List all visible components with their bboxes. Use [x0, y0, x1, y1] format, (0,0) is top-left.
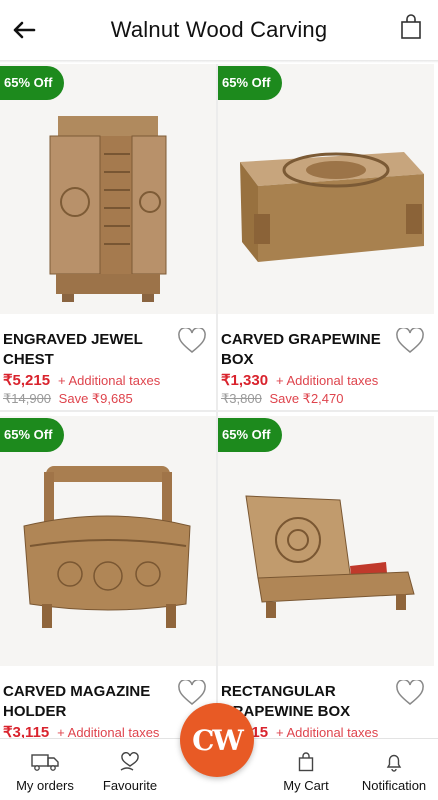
heart-icon[interactable] [178, 328, 206, 354]
page-title: Walnut Wood Carving [110, 17, 328, 42]
price-row: ₹5,215 + Additional taxes [3, 371, 160, 389]
heart-icon[interactable] [178, 680, 206, 706]
mrp-row: ₹3,800 Save ₹2,470 [221, 391, 343, 407]
product-card[interactable]: 65% Off RECTANGULAR GRAPEWINE BOX ₹1,715… [218, 416, 434, 760]
original-price: ₹14,900 [3, 391, 52, 406]
product-card[interactable]: 65% Off ENGRAVED JEWEL CHEST ₹5,215 + Ad… [0, 64, 216, 408]
discount-badge: 65% Off [0, 66, 65, 100]
product-image[interactable] [0, 416, 216, 666]
heart-icon[interactable] [396, 680, 424, 706]
nav-label: Notification [361, 778, 427, 793]
nav-favourite[interactable]: Favourite [92, 739, 168, 800]
taxes-note: + Additional taxes [57, 373, 161, 388]
savings-text: Save ₹2,470 [269, 391, 344, 406]
price-row: ₹1,330 + Additional taxes [221, 371, 378, 389]
nav-my-cart[interactable]: My Cart [270, 739, 342, 800]
product-name[interactable]: CARVED GRAPEWINE BOX [221, 330, 391, 370]
nav-notification[interactable]: Notification [352, 739, 436, 800]
mrp-row: ₹14,900 Save ₹9,685 [3, 391, 133, 407]
grid-divider-vertical [216, 64, 218, 764]
hand-heart-icon [120, 752, 139, 771]
savings-text: Save ₹9,685 [58, 391, 133, 406]
discount-badge: 65% Off [218, 66, 283, 100]
selling-price: ₹1,330 [221, 372, 269, 389]
nav-label: Favourite [102, 778, 158, 793]
nav-label: My orders [16, 778, 74, 793]
product-name[interactable]: RECTANGULAR GRAPEWINE BOX [221, 682, 391, 722]
nav-my-orders[interactable]: My orders [4, 739, 86, 800]
original-price: ₹3,800 [221, 391, 262, 406]
shopping-bag-icon[interactable] [400, 14, 422, 40]
product-name[interactable]: ENGRAVED JEWEL CHEST [3, 330, 173, 370]
heart-icon[interactable] [396, 328, 424, 354]
nav-label: My Cart [283, 778, 329, 793]
product-image[interactable] [218, 64, 434, 314]
discount-badge: 65% Off [0, 418, 65, 452]
product-image[interactable] [0, 64, 216, 314]
header-divider [0, 60, 438, 63]
brand-logo-text: CW [192, 723, 244, 757]
back-arrow-icon[interactable] [10, 16, 38, 44]
selling-price: ₹5,215 [3, 372, 51, 389]
top-app-bar: Walnut Wood Carving [0, 0, 438, 60]
grid-divider-horizontal [0, 410, 438, 412]
product-name[interactable]: CARVED MAGAZINE HOLDER [3, 682, 173, 722]
home-logo-button[interactable]: CW [180, 703, 254, 777]
product-image[interactable] [218, 416, 434, 666]
product-card[interactable]: 65% Off CARVED MAGAZINE HOLDER ₹3,115 + … [0, 416, 216, 760]
discount-badge: 65% Off [218, 418, 283, 452]
shopping-bag-icon [298, 752, 314, 772]
taxes-note: + Additional taxes [275, 373, 379, 388]
bell-icon [386, 754, 402, 772]
product-card[interactable]: 65% Off CARVED GRAPEWINE BOX ₹1,330 + Ad… [218, 64, 434, 408]
delivery-truck-icon [31, 754, 59, 771]
